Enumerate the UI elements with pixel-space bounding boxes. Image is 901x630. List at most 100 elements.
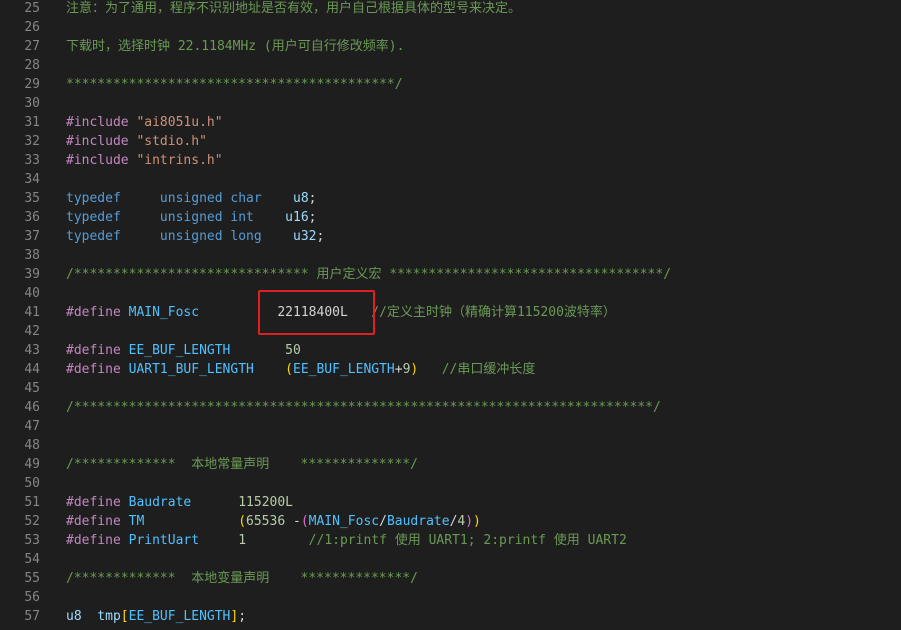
- code-token: tmp: [81, 609, 121, 624]
- code-line[interactable]: 25 注意：为了通用，程序不识别地址是否有效，用户自己根据具体的型号来决定。: [0, 0, 901, 18]
- code-token: u8: [261, 191, 309, 206]
- code-line[interactable]: 43 #define EE_BUF_LENGTH 50: [0, 341, 901, 360]
- code-line[interactable]: 49 /************* 本地常量声明 **************/: [0, 455, 901, 474]
- code-line[interactable]: 33 #include "intrins.h": [0, 151, 901, 170]
- code-token: "ai8051u.h": [136, 115, 223, 130]
- code-token: #include: [66, 115, 129, 130]
- code-line[interactable]: 44 #define UART1_BUF_LENGTH (EE_BUF_LENGT…: [0, 360, 901, 379]
- code-line[interactable]: 55 /************* 本地变量声明 **************/: [0, 569, 901, 588]
- code-line[interactable]: 30: [0, 94, 901, 113]
- line-number: 46: [24, 400, 40, 415]
- code-line[interactable]: 57 u8 tmp[EE_BUF_LENGTH];: [0, 607, 901, 626]
- code-token: /************* 本地常量声明 **************/: [66, 457, 418, 472]
- code-token: typedef: [66, 210, 121, 225]
- code-line[interactable]: 29 **************************************…: [0, 75, 901, 94]
- line-number: 44: [24, 362, 40, 377]
- line-number: 25: [24, 1, 40, 16]
- line-number: 31: [24, 115, 40, 130]
- code-token: u32: [261, 229, 317, 244]
- code-line[interactable]: 32 #include "stdio.h": [0, 132, 901, 151]
- code-line[interactable]: 36 typedef unsigned int u16;: [0, 208, 901, 227]
- code-token: Baudrate: [386, 514, 450, 529]
- line-number: 45: [24, 381, 40, 396]
- code-token: /: [379, 514, 387, 529]
- code-text: #include "stdio.h": [66, 132, 207, 151]
- line-number: 41: [24, 305, 40, 320]
- code-line[interactable]: 47: [0, 417, 901, 436]
- code-token: 115200L: [238, 495, 294, 510]
- code-text: typedef unsigned int u16;: [66, 208, 316, 227]
- code-text: typedef unsigned long u32;: [66, 227, 324, 246]
- code-text: #define Baudrate 115200L: [66, 493, 293, 512]
- code-token: MAIN_Fosc: [120, 305, 200, 320]
- code-token: 65536: [246, 514, 286, 529]
- code-token: typedef: [66, 191, 121, 206]
- line-number: 35: [24, 191, 40, 206]
- code-token: ****************************************…: [66, 77, 403, 92]
- code-line[interactable]: 26: [0, 18, 901, 37]
- code-line[interactable]: 50: [0, 474, 901, 493]
- code-line[interactable]: 45: [0, 379, 901, 398]
- code-line[interactable]: 31 #include "ai8051u.h": [0, 113, 901, 132]
- code-text: /************* 本地变量声明 **************/: [66, 569, 418, 588]
- line-number: 30: [24, 96, 40, 111]
- code-text: /***************************************…: [66, 398, 661, 417]
- code-line[interactable]: 51 #define Baudrate 115200L: [0, 493, 901, 512]
- code-line[interactable]: 39 /****************************** 用户定义宏 …: [0, 265, 901, 284]
- code-line[interactable]: 56: [0, 588, 901, 607]
- code-line[interactable]: 35 typedef unsigned char u8;: [0, 189, 901, 208]
- code-line[interactable]: 41 #define MAIN_Fosc 22118400L //定义主时钟（精确…: [0, 303, 901, 322]
- line-number: 51: [24, 495, 40, 510]
- line-number: 29: [24, 77, 40, 92]
- code-line[interactable]: 46 /*************************************…: [0, 398, 901, 417]
- code-token: #include: [66, 134, 129, 149]
- code-token: (: [300, 514, 309, 529]
- code-line[interactable]: 40: [0, 284, 901, 303]
- code-line[interactable]: 52 #define TM (65536 -(MAIN_Fosc/Baudrate…: [0, 512, 901, 531]
- code-text: #include "intrins.h": [66, 151, 223, 170]
- code-token: ;: [316, 229, 325, 244]
- code-token: u16: [253, 210, 309, 225]
- line-number: 26: [24, 20, 40, 35]
- code-token: #include: [66, 153, 129, 168]
- code-line[interactable]: 27 下载时，选择时钟 22.1184MHz (用户可自行修改频率).: [0, 37, 901, 56]
- code-line[interactable]: 42: [0, 322, 901, 341]
- code-line[interactable]: 48: [0, 436, 901, 455]
- code-token: ): [473, 514, 481, 529]
- code-text: #define UART1_BUF_LENGTH (EE_BUF_LENGTH+…: [66, 360, 535, 379]
- line-number: 54: [24, 552, 40, 567]
- code-token: #define: [66, 343, 121, 358]
- code-token: TM: [120, 514, 145, 529]
- code-line[interactable]: 28: [0, 56, 901, 75]
- code-text: ****************************************…: [66, 75, 403, 94]
- code-text: #define PrintUart 1 //1:printf 使用 UART1;…: [66, 531, 627, 550]
- line-number: 52: [24, 514, 40, 529]
- code-line[interactable]: 38: [0, 246, 901, 265]
- code-editor[interactable]: 25 注意：为了通用，程序不识别地址是否有效，用户自己根据具体的型号来决定。 26 2…: [0, 0, 901, 630]
- code-line[interactable]: 53 #define PrintUart 1 //1:printf 使用 UART…: [0, 531, 901, 550]
- line-number: 33: [24, 153, 40, 168]
- line-number: 53: [24, 533, 40, 548]
- line-number: 50: [24, 476, 40, 491]
- code-line[interactable]: 34: [0, 170, 901, 189]
- code-token: (: [285, 362, 293, 377]
- code-line[interactable]: 37 typedef unsigned long u32;: [0, 227, 901, 246]
- line-number: 55: [24, 571, 40, 586]
- code-text: #include "ai8051u.h": [66, 113, 223, 132]
- code-token: 1: [238, 533, 247, 548]
- code-text: u8 tmp[EE_BUF_LENGTH];: [66, 607, 246, 626]
- code-token: Baudrate: [120, 495, 192, 510]
- line-number: 57: [24, 609, 40, 624]
- code-token: ): [465, 514, 474, 529]
- code-token: //1:printf 使用 UART1; 2:printf 使用 UART2: [246, 533, 627, 548]
- line-number: 36: [24, 210, 40, 225]
- code-token: /***************************************…: [66, 400, 661, 415]
- code-token: ;: [238, 609, 247, 624]
- code-line[interactable]: 54: [0, 550, 901, 569]
- code-token: #define: [66, 514, 121, 529]
- code-token: EE_BUF_LENGTH: [120, 343, 231, 358]
- code-token: #define: [66, 362, 121, 377]
- line-number: 39: [24, 267, 40, 282]
- red-highlight-box: [258, 290, 375, 335]
